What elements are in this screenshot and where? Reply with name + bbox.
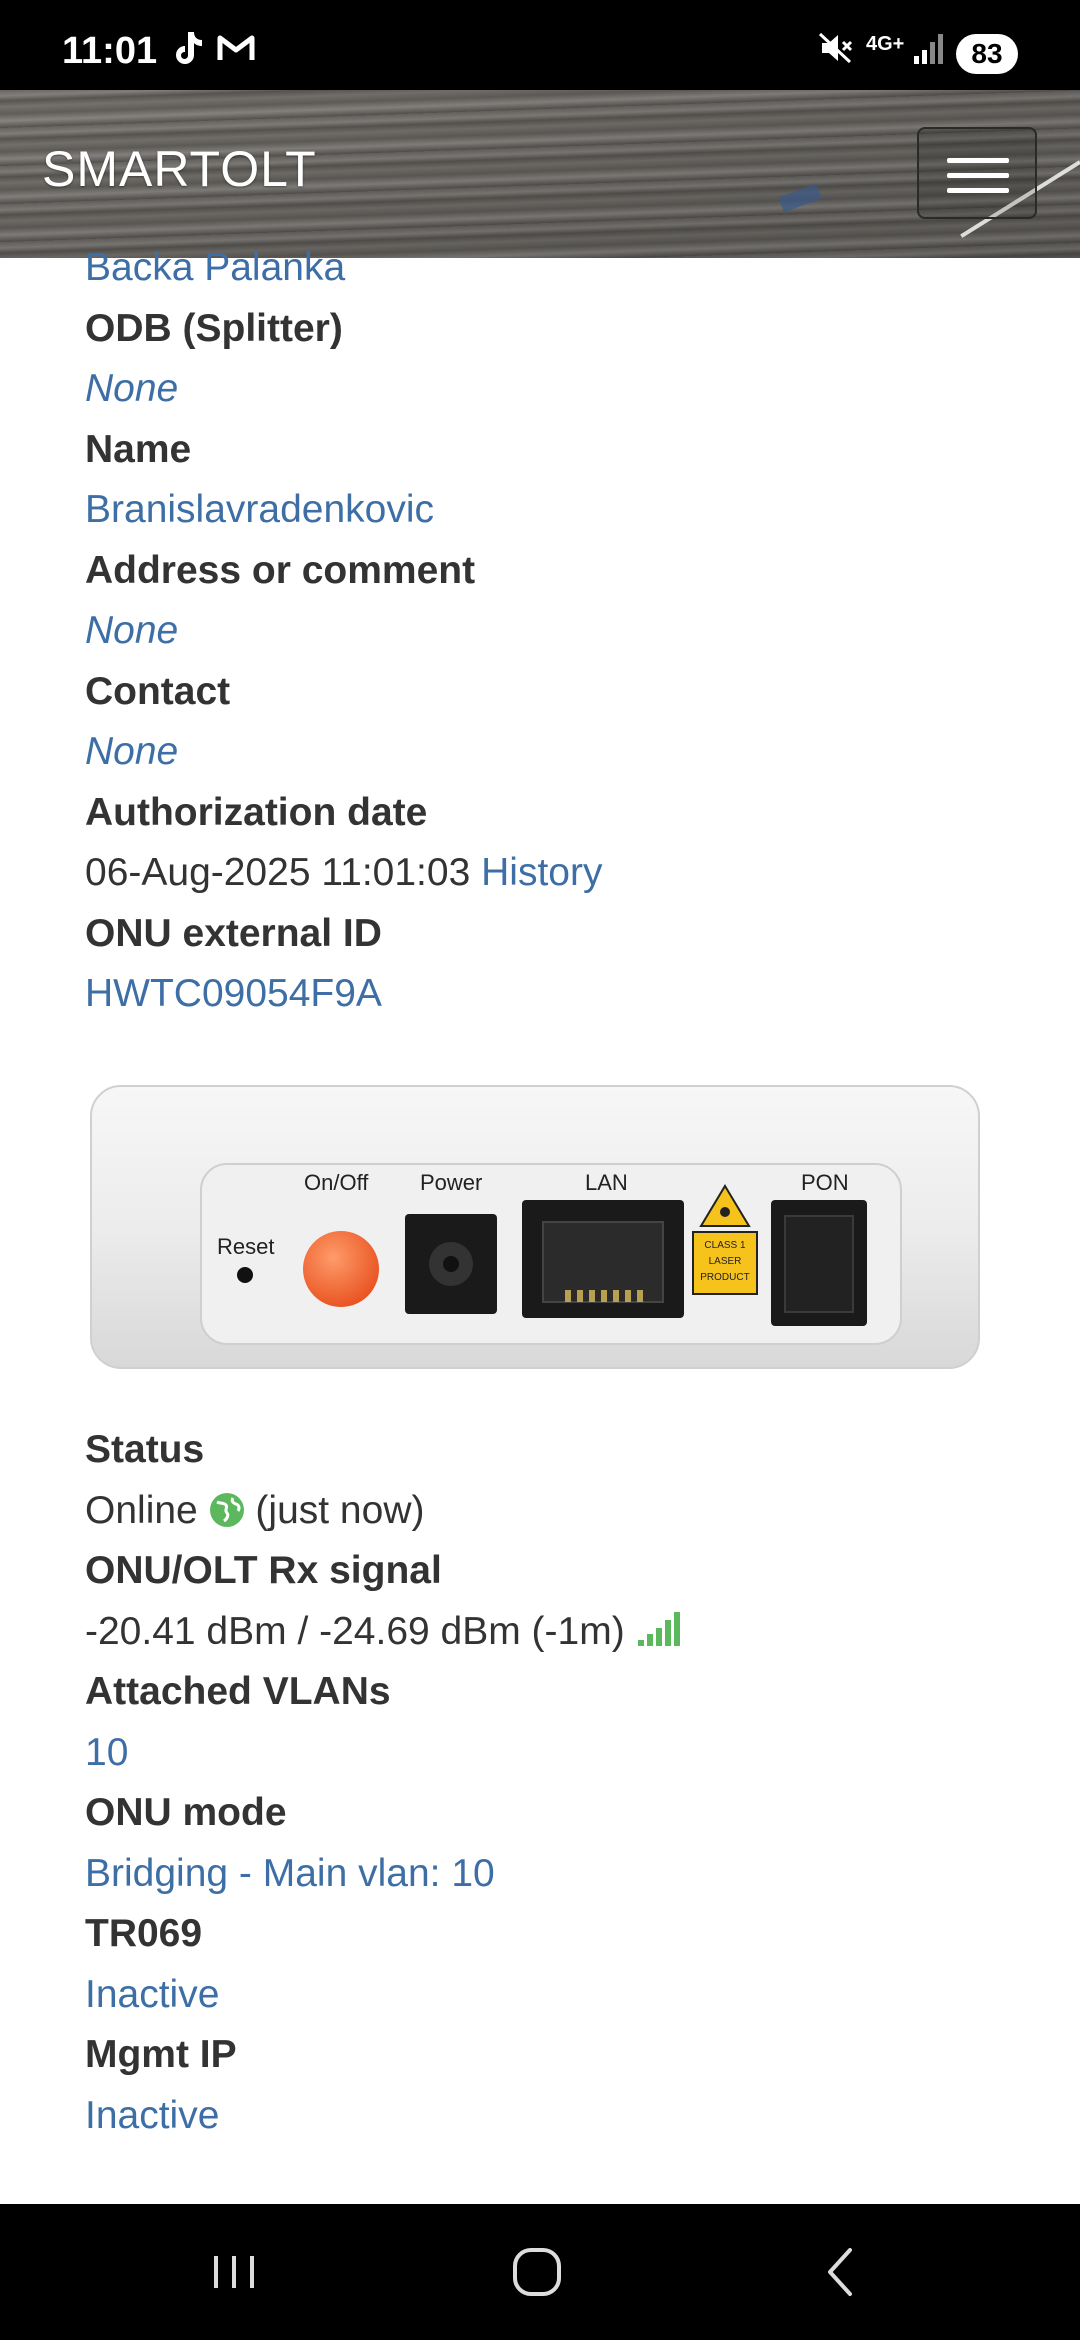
tr069-value[interactable]: Inactive <box>85 1965 1035 2026</box>
name-label: Name <box>85 427 192 471</box>
authorization-date-value: 06-Aug-2025 11:01:03 <box>85 851 471 894</box>
brand-logo[interactable]: SMARTOLT <box>42 140 317 198</box>
battery-icon: 83 <box>956 34 1018 74</box>
contact-label: Contact <box>85 669 231 713</box>
authorization-date-label: Authorization date <box>85 790 428 834</box>
svg-text:LASER: LASER <box>709 1256 742 1267</box>
hamburger-icon <box>947 158 1009 163</box>
background-texture <box>778 183 822 213</box>
tr069-label: TR069 <box>85 1912 203 1955</box>
tiktok-icon <box>176 32 202 64</box>
status-value: Online <box>85 1488 198 1532</box>
status-time: 11:01 <box>62 30 158 72</box>
home-icon[interactable] <box>510 2242 566 2302</box>
name-value[interactable]: Branislavradenkovic <box>85 480 1035 541</box>
mgmt-ip-value[interactable]: Inactive <box>85 2086 1035 2147</box>
lan-label: LAN <box>585 1170 628 1195</box>
vlans-label: Attached VLANs <box>85 1670 391 1713</box>
address-value[interactable]: None <box>85 601 1035 662</box>
status-bar: 11:01 4G+ 83 <box>0 0 1080 90</box>
zone-value[interactable]: Backa Palanka <box>85 238 1035 299</box>
back-icon[interactable] <box>818 2242 862 2302</box>
status-suffix: (just now) <box>255 1488 425 1532</box>
onu-device-image: Reset On/Off Power LAN CLASS 1 LASER PRO… <box>90 1085 980 1369</box>
globe-icon <box>209 1492 244 1527</box>
mgmt-ip-label: Mgmt IP <box>85 2033 237 2076</box>
mute-icon <box>818 32 853 64</box>
onu-details-bottom: Status Online (just now) ONU/OLT Rx sign… <box>85 1420 1035 2146</box>
odb-label: ODB (Splitter) <box>85 306 343 350</box>
hamburger-menu-button[interactable] <box>917 127 1037 219</box>
status-label: Status <box>85 1428 205 1471</box>
rx-signal-row: -20.41 dBm / -24.69 dBm (-1m) <box>85 1602 1035 1663</box>
network-label: 4G+ <box>866 33 905 55</box>
onu-details-top: Backa Palanka ODB (Splitter) None Name B… <box>85 238 1035 1025</box>
rx-signal-value: -20.41 dBm / -24.69 dBm (-1m) <box>85 1609 625 1653</box>
power-label: Power <box>420 1170 482 1195</box>
external-id-value[interactable]: HWTC09054F9A <box>85 964 1035 1025</box>
signal-strength-icon <box>637 1611 680 1646</box>
pon-label: PON <box>801 1170 849 1195</box>
hamburger-icon <box>947 188 1009 193</box>
rx-signal-label: ONU/OLT Rx signal <box>85 1549 442 1592</box>
reset-label: Reset <box>217 1234 274 1259</box>
signal-icon <box>914 34 943 64</box>
system-navigation-bar <box>0 2204 1080 2340</box>
external-id-label: ONU external ID <box>85 911 382 955</box>
contact-value[interactable]: None <box>85 722 1035 783</box>
history-link[interactable]: History <box>481 851 602 894</box>
svg-text:PRODUCT: PRODUCT <box>700 1272 749 1283</box>
authorization-date-row: 06-Aug-2025 11:01:03 History <box>85 843 1035 904</box>
onu-mode-label: ONU mode <box>85 1791 287 1834</box>
recent-apps-icon[interactable] <box>210 2242 260 2302</box>
onu-mode-value[interactable]: Bridging - Main vlan: 10 <box>85 1844 1035 1905</box>
gmail-icon <box>217 35 255 60</box>
status-row: Online (just now) <box>85 1481 1035 1542</box>
network-4g-icon: 4G+ <box>866 34 904 74</box>
vlans-value[interactable]: 10 <box>85 1723 1035 1784</box>
onoff-label: On/Off <box>304 1170 369 1195</box>
address-label: Address or comment <box>85 548 476 592</box>
odb-value[interactable]: None <box>85 359 1035 420</box>
svg-text:CLASS 1: CLASS 1 <box>704 1240 746 1251</box>
hamburger-icon <box>947 173 1009 178</box>
top-navbar: SMARTOLT <box>0 90 1080 258</box>
